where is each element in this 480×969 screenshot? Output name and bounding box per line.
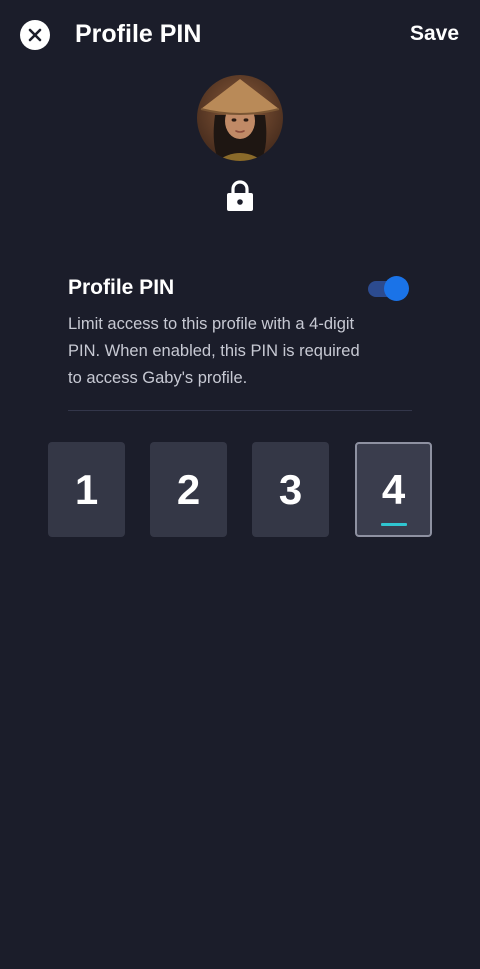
profile-pin-description: Limit access to this profile with a 4-di… bbox=[68, 315, 360, 387]
pin-digit-value: 1 bbox=[74, 465, 99, 513]
close-icon bbox=[28, 28, 42, 42]
pin-digit-2[interactable]: 2 bbox=[150, 442, 227, 537]
lock-icon bbox=[226, 180, 254, 212]
pin-digit-1[interactable]: 1 bbox=[48, 442, 125, 537]
pin-digit-value: 2 bbox=[176, 465, 201, 513]
profile-avatar bbox=[197, 75, 283, 161]
input-cursor bbox=[381, 523, 407, 526]
divider bbox=[68, 410, 412, 411]
close-button[interactable] bbox=[20, 20, 50, 50]
toggle-knob bbox=[384, 276, 409, 301]
pin-digit-3[interactable]: 3 bbox=[252, 442, 329, 537]
profile-pin-toggle[interactable] bbox=[368, 276, 409, 301]
pin-digit-value: 3 bbox=[278, 465, 303, 513]
pin-digit-value: 4 bbox=[381, 465, 406, 513]
page-title: Profile PIN bbox=[75, 20, 202, 48]
pin-entry: 1 2 3 4 bbox=[48, 442, 432, 537]
profile-pin-label: Profile PIN bbox=[68, 276, 175, 299]
save-button[interactable]: Save bbox=[410, 20, 459, 48]
header: Profile PIN Save bbox=[0, 0, 480, 70]
pin-digit-4[interactable]: 4 bbox=[355, 442, 432, 537]
